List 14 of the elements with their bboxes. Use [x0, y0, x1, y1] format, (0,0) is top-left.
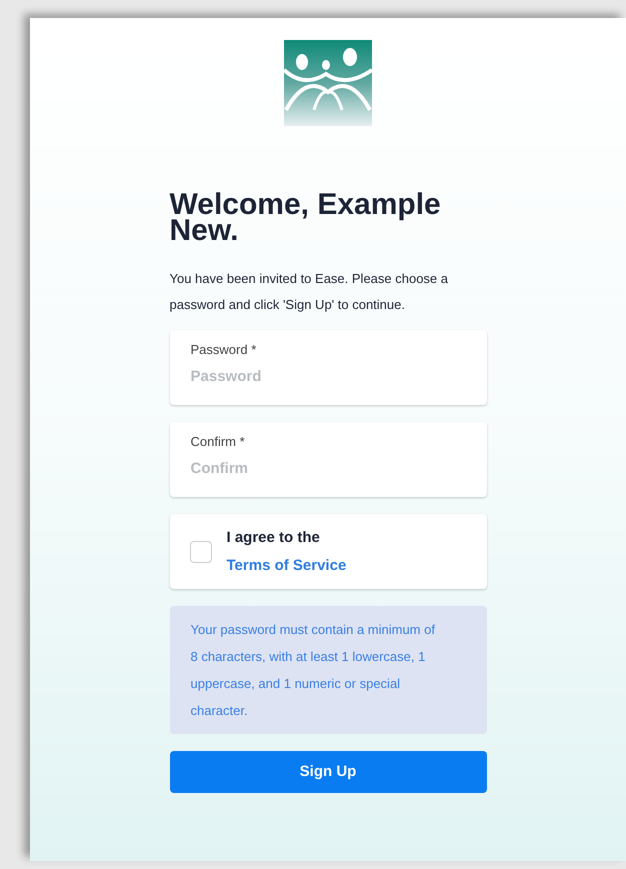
password-field[interactable]: Confirm * Confirm — [170, 422, 486, 497]
agreement-text: I agree to the Terms of Service — [226, 528, 348, 576]
field-label: Confirm * — [190, 433, 246, 451]
logo-icon — [284, 40, 372, 126]
password-notice: Your password must contain a minimum of 8 characters, with at least 1 lowercase, 1 uppercase, and 1 numeric or special character. — [170, 606, 486, 734]
password-input[interactable]: Confirm — [190, 458, 466, 480]
terms-link[interactable]: Terms of Service — [226, 556, 346, 574]
password-input[interactable]: Password — [190, 366, 466, 388]
password-field[interactable]: Password * Password — [170, 330, 486, 405]
intro-text: You have been invited to Ease. Please choose a password and click 'Sign Up' to continue. — [170, 270, 450, 314]
field-label: Password * — [190, 341, 258, 359]
welcome-heading: Welcome, Example New. — [170, 192, 442, 244]
sign-up-button[interactable]: Sign Up — [170, 751, 486, 793]
agree-checkbox[interactable] — [190, 540, 212, 562]
